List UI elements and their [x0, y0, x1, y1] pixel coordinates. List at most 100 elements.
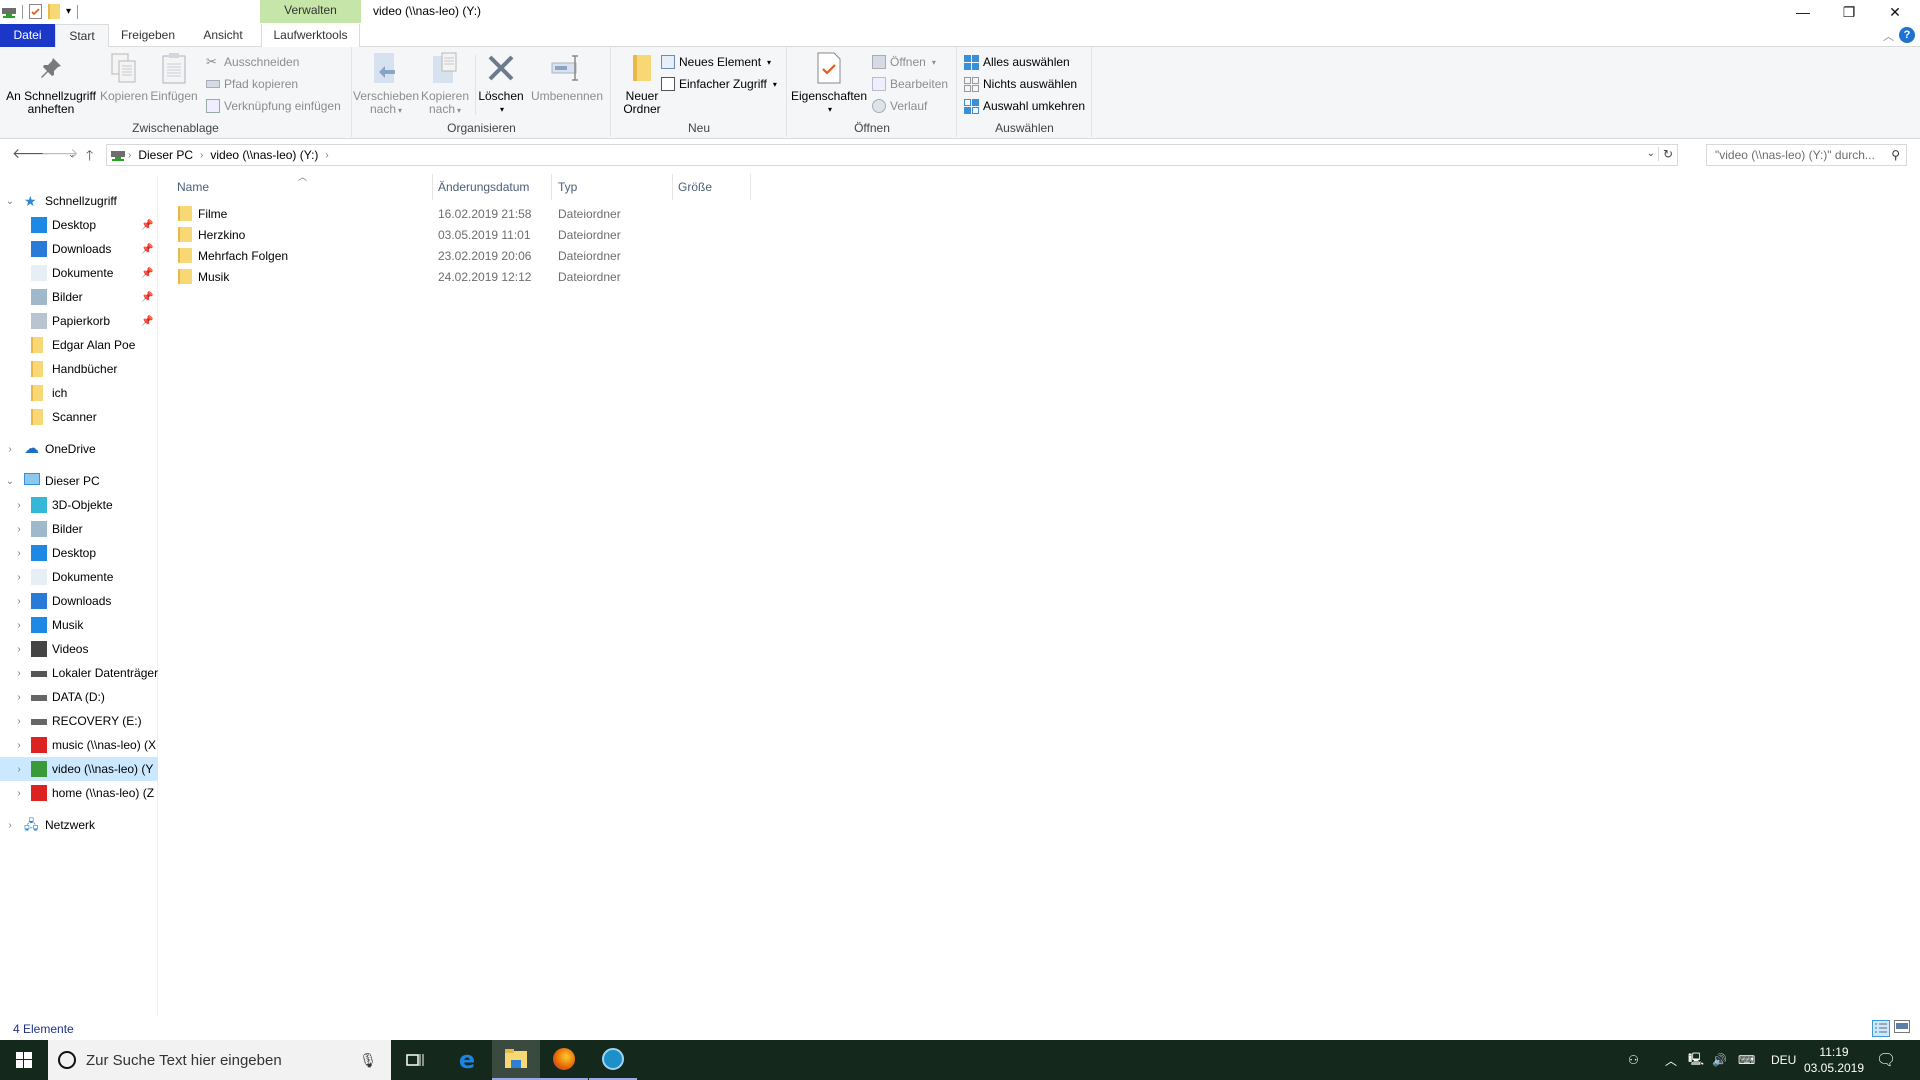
delete-button[interactable]: Löschen ▾ — [477, 51, 525, 116]
tree-network[interactable]: › 🖧 Netzwerk — [0, 813, 158, 837]
edge-app[interactable]: e — [443, 1040, 491, 1080]
tree-item-home-nas-leo-z[interactable]: › home (\\nas-leo) (Z — [0, 781, 158, 805]
collapse-ribbon-icon[interactable]: ︿ — [1883, 28, 1894, 44]
tree-this-pc[interactable]: ⌄ Dieser PC — [0, 469, 158, 493]
paste-button[interactable]: Einfügen — [150, 51, 198, 103]
action-center-icon[interactable]: 🗨 — [1876, 1040, 1896, 1080]
chevron-down-icon[interactable]: ⌄ — [5, 476, 15, 487]
breadcrumb-separator[interactable]: › — [200, 150, 203, 161]
breadcrumb-separator[interactable]: › — [128, 150, 131, 161]
keyboard-icon[interactable]: ⌨ — [1738, 1040, 1755, 1080]
tree-item-music-nas-leo-x[interactable]: › music (\\nas-leo) (X — [0, 733, 158, 757]
file-row[interactable]: Mehrfach Folgen 23.02.2019 20:06 Dateiordn… — [176, 246, 776, 267]
chevron-right-icon[interactable]: › — [14, 788, 24, 799]
chevron-right-icon[interactable]: › — [14, 764, 24, 775]
people-icon[interactable]: ⚇ — [1628, 1040, 1639, 1080]
breadcrumb-separator[interactable]: › — [325, 150, 328, 161]
tree-item-ich[interactable]: ich — [0, 381, 158, 405]
chevron-right-icon[interactable]: › — [14, 644, 24, 655]
column-header-type[interactable]: Typ — [558, 180, 577, 194]
tree-item-video-nas-leo-y[interactable]: › video (\\nas-leo) (Y — [0, 757, 158, 781]
chevron-right-icon[interactable]: › — [14, 692, 24, 703]
history-button[interactable]: Verlauf — [872, 97, 927, 115]
invert-selection-button[interactable]: Auswahl umkehren — [964, 97, 1085, 115]
search-input[interactable]: "video (\\nas-leo) (Y:)" durch... ⚲ — [1706, 144, 1907, 166]
file-row[interactable]: Herzkino 03.05.2019 11:01 Dateiordner — [176, 225, 776, 246]
chevron-right-icon[interactable]: › — [14, 572, 24, 583]
chevron-right-icon[interactable]: › — [14, 716, 24, 727]
properties-button[interactable]: Eigenschaften ▾ — [791, 51, 867, 116]
tree-onedrive[interactable]: › ☁ OneDrive — [0, 437, 158, 461]
tree-item-dokumente[interactable]: Dokumente 📌 — [0, 261, 158, 285]
up-button[interactable]: 🡑 — [86, 145, 93, 169]
copy-path-button[interactable]: Pfad kopieren — [206, 75, 298, 93]
open-button[interactable]: Öffnen ▾ — [872, 53, 936, 71]
tree-item-downloads[interactable]: Downloads 📌 — [0, 237, 158, 261]
start-button[interactable] — [0, 1040, 48, 1080]
pin-quick-access-button[interactable]: An Schnellzugriff anheften — [6, 51, 96, 116]
breadcrumb-dieser-pc[interactable]: Dieser PC — [138, 148, 193, 162]
tree-item-musik[interactable]: › Musik — [0, 613, 158, 637]
column-separator[interactable] — [432, 174, 433, 200]
chevron-right-icon[interactable]: › — [14, 620, 24, 631]
close-button[interactable]: ✕ — [1872, 0, 1918, 24]
tree-item-bilder[interactable]: › Bilder — [0, 517, 158, 541]
tree-item-downloads[interactable]: › Downloads — [0, 589, 158, 613]
tree-item-edgar-alan-poe[interactable]: Edgar Alan Poe — [0, 333, 158, 357]
easy-access-button[interactable]: Einfacher Zugriff ▾ — [661, 75, 777, 93]
breadcrumb-video-drive[interactable]: video (\\nas-leo) (Y:) — [210, 148, 318, 162]
chevron-right-icon[interactable]: › — [14, 524, 24, 535]
qat-customize-dropdown[interactable]: ▾ — [66, 6, 71, 17]
minimize-button[interactable]: — — [1780, 0, 1826, 24]
network-icon[interactable]: 🖳 — [1688, 1040, 1704, 1080]
input-language[interactable]: DEU — [1771, 1040, 1796, 1080]
tab-start[interactable]: Start — [55, 24, 109, 48]
tree-item-3d-objekte[interactable]: › 3D-Objekte — [0, 493, 158, 517]
chevron-right-icon[interactable]: › — [14, 500, 24, 511]
chevron-right-icon[interactable]: › — [14, 548, 24, 559]
task-view-button[interactable] — [391, 1040, 439, 1080]
tree-item-bilder[interactable]: Bilder 📌 — [0, 285, 158, 309]
column-separator[interactable] — [750, 174, 751, 200]
delete-dropdown-caret[interactable]: ▾ — [500, 103, 504, 116]
file-row[interactable]: Musik 24.02.2019 12:12 Dateiordner — [176, 267, 776, 288]
chevron-right-icon[interactable]: › — [14, 740, 24, 751]
copy-to-button[interactable]: Kopieren nach ▾ — [419, 51, 471, 117]
move-to-button[interactable]: Verschieben nach ▾ — [353, 51, 419, 117]
address-bar[interactable]: › Dieser PC › video (\\nas-leo) (Y:) › ⌄… — [106, 144, 1678, 166]
tree-item-dokumente[interactable]: › Dokumente — [0, 565, 158, 589]
quicktime-app[interactable] — [589, 1040, 637, 1080]
tree-item-scanner[interactable]: Scanner — [0, 405, 158, 429]
tree-item-desktop[interactable]: Desktop 📌 — [0, 213, 158, 237]
new-folder-icon[interactable] — [48, 4, 60, 19]
large-icons-view-button[interactable] — [1894, 1020, 1912, 1037]
copy-button[interactable]: Kopieren — [100, 51, 148, 103]
tree-item-data-d-[interactable]: › DATA (D:) — [0, 685, 158, 709]
chevron-right-icon[interactable]: › — [14, 668, 24, 679]
column-separator[interactable] — [551, 174, 552, 200]
tree-item-lokaler-datentr-ger[interactable]: › Lokaler Datenträger — [0, 661, 158, 685]
new-item-button[interactable]: Neues Element ▾ — [661, 53, 771, 71]
tree-item-papierkorb[interactable]: Papierkorb 📌 — [0, 309, 158, 333]
tab-freigeben[interactable]: Freigeben — [112, 24, 184, 47]
show-hidden-icons-button[interactable]: ︿ — [1665, 1040, 1677, 1080]
file-explorer-app[interactable] — [492, 1040, 540, 1080]
chevron-right-icon[interactable]: › — [5, 444, 15, 455]
help-icon[interactable]: ? — [1899, 27, 1915, 43]
restore-button[interactable]: ❐ — [1826, 0, 1872, 24]
tree-quick-access[interactable]: ⌄ ★ Schnellzugriff — [0, 189, 158, 213]
refresh-icon[interactable]: ↻ — [1657, 147, 1673, 161]
column-header-size[interactable]: Größe — [678, 180, 712, 194]
chevron-right-icon[interactable]: › — [14, 596, 24, 607]
properties-dropdown-caret[interactable]: ▾ — [828, 103, 832, 116]
tree-item-handb-cher[interactable]: Handbücher — [0, 357, 158, 381]
select-all-button[interactable]: Alles auswählen — [964, 53, 1070, 71]
column-header-name[interactable]: Name — [177, 180, 209, 194]
tab-ansicht[interactable]: Ansicht — [195, 24, 251, 47]
chevron-down-icon[interactable]: ⌄ — [5, 196, 15, 207]
column-separator[interactable] — [672, 174, 673, 200]
file-row[interactable]: Filme 16.02.2019 21:58 Dateiordner — [176, 204, 776, 225]
tree-item-videos[interactable]: › Videos — [0, 637, 158, 661]
tab-laufwerktools[interactable]: Laufwerktools — [261, 24, 360, 47]
properties-icon[interactable] — [29, 4, 42, 19]
